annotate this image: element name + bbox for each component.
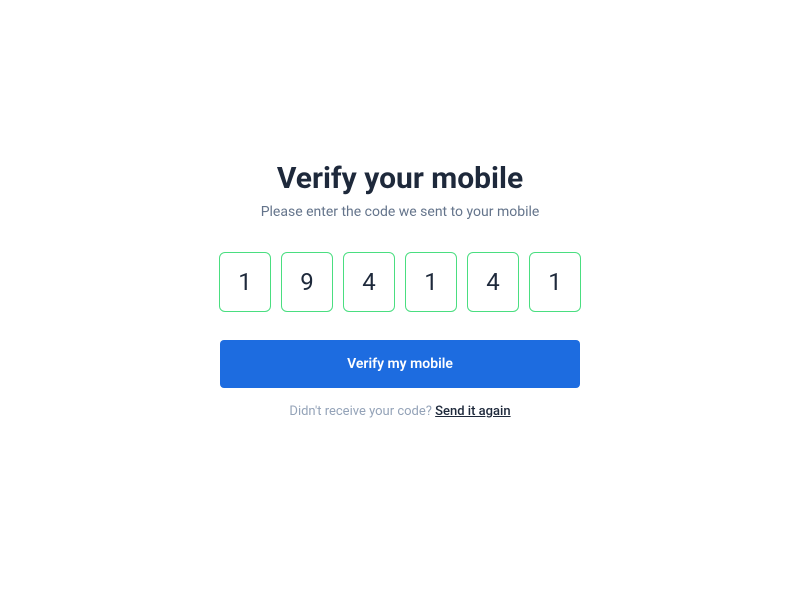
code-input-row — [219, 252, 581, 312]
verify-mobile-card: Verify your mobile Please enter the code… — [220, 161, 580, 419]
resend-link[interactable]: Send it again — [435, 404, 510, 419]
code-digit-2[interactable] — [281, 252, 333, 312]
resend-prompt: Didn't receive your code? — [289, 404, 435, 419]
code-digit-1[interactable] — [219, 252, 271, 312]
code-digit-5[interactable] — [467, 252, 519, 312]
code-digit-6[interactable] — [529, 252, 581, 312]
page-subtitle: Please enter the code we sent to your mo… — [261, 204, 540, 220]
code-digit-4[interactable] — [405, 252, 457, 312]
resend-row: Didn't receive your code? Send it again — [289, 404, 510, 419]
page-title: Verify your mobile — [277, 161, 523, 196]
code-digit-3[interactable] — [343, 252, 395, 312]
verify-button[interactable]: Verify my mobile — [220, 340, 580, 388]
